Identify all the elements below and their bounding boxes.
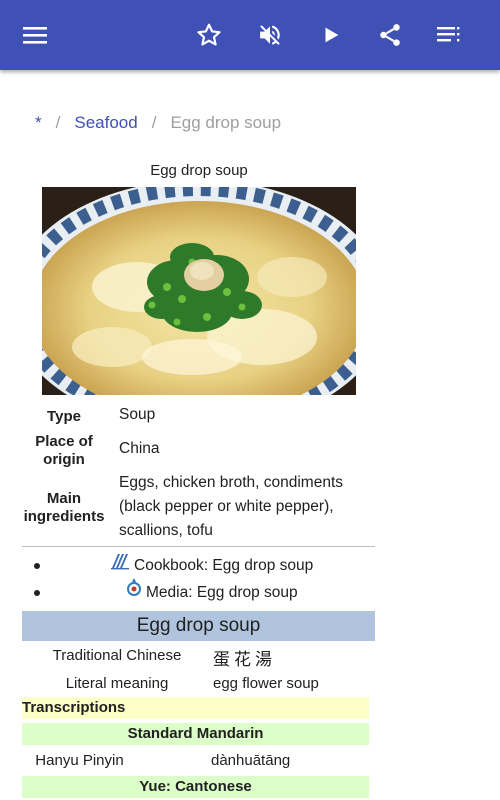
yue-cantonese-band: Yue: Cantonese <box>22 776 369 798</box>
share-icon <box>377 22 403 48</box>
soup-photo[interactable] <box>42 187 356 395</box>
menu-icon <box>22 25 48 45</box>
playlist-icon <box>436 24 462 46</box>
ingredients-line: (black pepper or white pepper), <box>119 498 334 515</box>
value-traditional-chinese: 蛋花湯 <box>213 650 276 669</box>
play-icon <box>320 24 342 46</box>
divider <box>22 546 375 547</box>
breadcrumb-separator: / <box>151 113 157 132</box>
media-link-prefix: Media: <box>146 584 193 601</box>
mute-button[interactable] <box>248 13 292 57</box>
list-item[interactable]: Cookbook: Egg drop soup <box>22 554 375 578</box>
app-bar <box>0 0 500 70</box>
label-hanyu-pinyin: Hanyu Pinyin <box>35 752 124 769</box>
ingredients-line: scallions, tofu <box>119 522 213 539</box>
infobox-label-type: Type <box>47 408 81 425</box>
media-link[interactable]: Egg drop soup <box>197 584 298 602</box>
infobox-caption: Egg drop soup <box>150 162 248 179</box>
bullet <box>34 590 40 596</box>
breadcrumb-separator: / <box>55 113 61 132</box>
standard-mandarin-band: Standard Mandarin <box>22 723 369 745</box>
infobox-value-ingredients[interactable]: Eggs, chicken broth, condiments (black p… <box>119 471 343 543</box>
infobox-value-origin[interactable]: China <box>119 437 160 461</box>
play-button[interactable] <box>309 13 353 57</box>
value-hanyu-pinyin: dànhuātāng <box>211 752 291 769</box>
infobox-value-type: Soup <box>119 406 156 423</box>
breadcrumb-category-link[interactable]: Seafood <box>74 113 137 133</box>
label-traditional-chinese: Traditional Chinese <box>52 647 182 664</box>
value-literal-meaning: egg flower soup <box>213 675 319 692</box>
commons-icon <box>126 578 142 602</box>
menu-button[interactable] <box>13 13 57 57</box>
chinese-name-header: Egg drop soup <box>22 611 375 641</box>
ingredients-line: Eggs, chicken broth, condiments <box>119 474 344 491</box>
cookbook-link[interactable]: Egg drop soup <box>212 557 313 575</box>
favorite-button[interactable] <box>187 13 231 57</box>
infobox-label-ingredients: Main ingredients <box>23 490 105 525</box>
star-outline-icon <box>196 22 222 48</box>
label-literal-meaning: Literal meaning <box>65 675 169 692</box>
infobox-label-origin: Place of origin <box>35 433 93 468</box>
breadcrumb: * / Seafood / Egg drop soup <box>35 113 281 133</box>
list-item[interactable]: Media: Egg drop soup <box>22 578 375 605</box>
volume-off-icon <box>257 22 283 48</box>
share-button[interactable] <box>368 13 412 57</box>
contents-button[interactable] <box>427 13 471 57</box>
breadcrumb-current: Egg drop soup <box>170 113 282 132</box>
bullet <box>34 563 40 569</box>
wikibooks-icon <box>110 554 130 575</box>
breadcrumb-root-link[interactable]: * <box>35 113 42 133</box>
transcriptions-band: Transcriptions <box>22 697 369 719</box>
cookbook-link-prefix: Cookbook: <box>134 557 209 574</box>
